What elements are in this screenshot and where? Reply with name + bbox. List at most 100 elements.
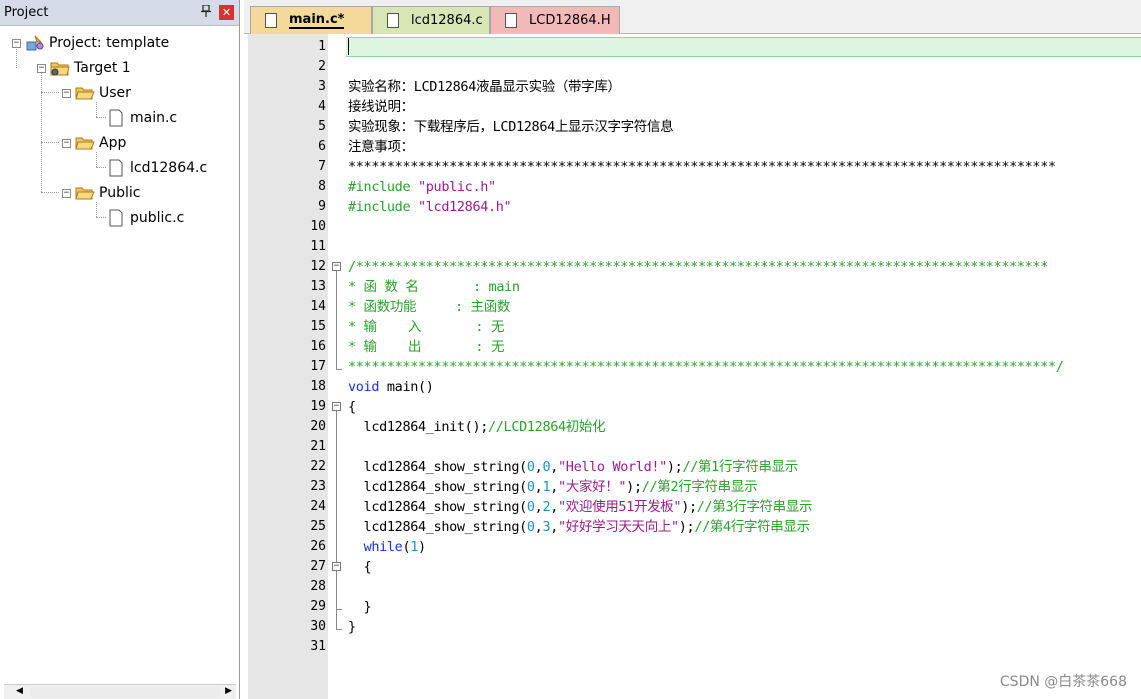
code-line[interactable]: 9 #include "lcd12864.h": [244, 197, 1141, 217]
code-text: ****************************************…: [348, 157, 1056, 177]
code-token: );: [678, 519, 695, 535]
code-token: "大家好！": [558, 479, 627, 495]
line-number: 27: [310, 559, 326, 574]
code-line[interactable]: 13 * 函 数 名 : main: [244, 277, 1141, 297]
code-token: //第2行字符串显示: [641, 479, 758, 495]
code-line[interactable]: 15 * 输 入 : 无: [244, 317, 1141, 337]
line-number: 4: [318, 99, 326, 114]
code-line[interactable]: 31: [244, 637, 1141, 657]
editor-tab-bar: main.c* lcd12864.c LCD12864.H: [244, 0, 1141, 34]
target-folder-icon: [50, 59, 70, 77]
project-horizontal-scrollbar[interactable]: ◀ ▶: [4, 684, 236, 699]
file-icon: [387, 13, 399, 28]
tree-item-group-app[interactable]: − App: [62, 132, 126, 154]
code-line[interactable]: 18 void main(): [244, 377, 1141, 397]
line-number: 25: [310, 519, 326, 534]
collapse-icon[interactable]: −: [62, 88, 71, 98]
code-line[interactable]: 29 }: [244, 597, 1141, 617]
close-icon[interactable]: ✕: [219, 5, 234, 20]
line-number: 5: [318, 119, 326, 134]
code-text: 实验现象：下载程序后，LCD12864上显示汉字字符信息: [348, 117, 674, 137]
tab-main-c[interactable]: main.c*: [250, 6, 372, 34]
code-text: }: [348, 597, 372, 617]
code-line[interactable]: 21: [244, 437, 1141, 457]
code-line[interactable]: 1: [244, 37, 1141, 57]
line-number: 22: [310, 459, 326, 474]
line-number: 17: [310, 359, 326, 374]
code-line[interactable]: 4 接线说明：: [244, 97, 1141, 117]
code-line[interactable]: 30}: [244, 617, 1141, 637]
code-line[interactable]: 25 lcd12864_show_string(0,3,"好好学习天天向上");…: [244, 517, 1141, 537]
tab-lcd12864-h[interactable]: LCD12864.H: [490, 6, 620, 34]
code-line[interactable]: 11: [244, 237, 1141, 257]
code-line[interactable]: 16 * 输 出 : 无: [244, 337, 1141, 357]
code-text: #include "public.h": [348, 177, 496, 197]
code-line[interactable]: 27 {: [244, 557, 1141, 577]
code-token: main(): [379, 379, 434, 395]
code-token: 注意事项：: [348, 139, 414, 155]
code-token: 实验现象：下载程序后，LCD12864上显示汉字字符信息: [348, 119, 674, 135]
code-token: #include: [348, 199, 418, 215]
tree-item-project[interactable]: − Project: template: [12, 32, 169, 54]
code-token: "lcd12864.h": [418, 199, 512, 215]
tree-item-group-public[interactable]: − Public: [62, 182, 140, 204]
code-line[interactable]: 28: [244, 577, 1141, 597]
code-token: );: [681, 499, 697, 515]
code-line[interactable]: 19 {: [244, 397, 1141, 417]
code-line[interactable]: 7 ***************************************…: [244, 157, 1141, 177]
tree-item-group-user[interactable]: − User: [62, 82, 131, 104]
code-line[interactable]: 3 实验名称：LCD12864液晶显示实验（带字库）: [244, 77, 1141, 97]
code-line[interactable]: 5 实验现象：下载程序后，LCD12864上显示汉字字符信息: [244, 117, 1141, 137]
line-number: 26: [310, 539, 326, 554]
code-token: /***************************************…: [348, 259, 1048, 275]
code-line[interactable]: 14 * 函数功能 : 主函数: [244, 297, 1141, 317]
code-line[interactable]: 26 while(1): [244, 537, 1141, 557]
tree-item-target[interactable]: − Target 1: [37, 57, 131, 79]
collapse-icon[interactable]: −: [37, 63, 46, 73]
tree-item-file-public-c[interactable]: public.c: [106, 207, 184, 229]
code-line[interactable]: 23 lcd12864_show_string(0,1,"大家好！");//第2…: [244, 477, 1141, 497]
line-number: 10: [310, 219, 326, 234]
code-line[interactable]: 8 #include "public.h": [244, 177, 1141, 197]
line-number: 2: [318, 59, 326, 74]
scroll-left-arrow-icon[interactable]: ◀: [16, 686, 23, 696]
code-line[interactable]: 22 lcd12864_show_string(0,0,"Hello World…: [244, 457, 1141, 477]
line-number: 18: [310, 379, 326, 394]
line-number: 28: [310, 579, 326, 594]
code-token: }: [348, 599, 372, 615]
code-token: * 输 入 : 无: [348, 319, 505, 335]
code-line[interactable]: 6 注意事项：: [244, 137, 1141, 157]
code-line[interactable]: 17 **************************************…: [244, 357, 1141, 377]
code-line[interactable]: 2: [244, 57, 1141, 77]
code-line[interactable]: 10: [244, 217, 1141, 237]
code-token: * 函数功能 : 主函数: [348, 299, 511, 315]
code-line[interactable]: 24 lcd12864_show_string(0,2,"欢迎使用51开发板")…: [244, 497, 1141, 517]
collapse-icon[interactable]: −: [62, 188, 71, 198]
tree-item-file-lcd12864-c[interactable]: lcd12864.c: [106, 157, 207, 179]
line-number: 7: [318, 159, 326, 174]
scrollbar-thumb[interactable]: [30, 687, 220, 697]
pin-icon[interactable]: [201, 4, 211, 20]
code-line[interactable]: 12 /*************************************…: [244, 257, 1141, 277]
collapse-icon[interactable]: −: [62, 138, 71, 148]
tree-item-label: Project: template: [49, 35, 170, 51]
tab-lcd12864-c[interactable]: lcd12864.c: [372, 6, 490, 34]
code-text: {: [348, 557, 372, 577]
file-icon: [106, 159, 126, 177]
code-text: lcd12864_show_string(0,0,"Hello World!")…: [348, 457, 799, 477]
tree-item-file-main-c[interactable]: main.c: [106, 107, 177, 129]
code-text: ****************************************…: [348, 357, 1064, 377]
line-number: 30: [310, 619, 326, 634]
code-token: lcd12864_show_string(: [348, 519, 528, 535]
tree-item-label: lcd12864.c: [130, 160, 208, 176]
code-token: ****************************************…: [348, 359, 1064, 375]
scroll-right-arrow-icon[interactable]: ▶: [225, 686, 232, 696]
line-number: 3: [318, 79, 326, 94]
code-token: ,: [550, 479, 559, 495]
code-token: //第1行字符串显示: [682, 459, 798, 475]
code-line[interactable]: 20 lcd12864_init();//LCD12864初始化: [244, 417, 1141, 437]
line-number: 21: [310, 439, 326, 454]
code-token: 1: [410, 539, 419, 555]
collapse-icon[interactable]: −: [12, 38, 21, 48]
code-text: void main(): [348, 377, 434, 397]
